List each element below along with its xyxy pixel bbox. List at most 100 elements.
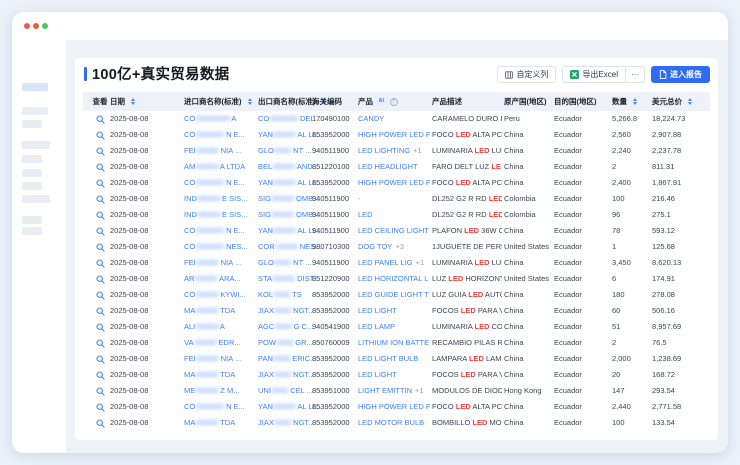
cell-product-link[interactable]: LED bbox=[358, 207, 430, 223]
cell-quantity: 96 bbox=[612, 207, 650, 223]
masked-text: MMMMM bbox=[269, 114, 298, 123]
sidebar-item[interactable] bbox=[22, 182, 42, 190]
column-header[interactable]: 进口商名称(标准) bbox=[184, 92, 256, 111]
cell-product-link[interactable]: LITHIUM ION BATTE bbox=[358, 335, 430, 351]
cell-importer-link[interactable]: COMMMMM N E... bbox=[184, 175, 256, 191]
cell-product-link[interactable]: LED MOTOR BULB bbox=[358, 415, 430, 431]
column-header[interactable]: 目的国(地区) bbox=[554, 92, 610, 111]
column-header[interactable]: 数量 bbox=[612, 92, 650, 111]
cell-importer-link[interactable]: INDMMMM E SIS... bbox=[184, 207, 256, 223]
cell-importer-link[interactable]: VAMMMM EDR... bbox=[184, 335, 256, 351]
cell-importer-link[interactable]: MEMMMM Z M... bbox=[184, 383, 256, 399]
cell-usd-total: 2,771.58 bbox=[652, 399, 710, 415]
cell-importer-link[interactable]: COMMMMM N E... bbox=[184, 223, 256, 239]
cell-importer-link[interactable]: COMMMMM NES... bbox=[184, 239, 256, 255]
cell-importer-link[interactable]: COMMMMM N E... bbox=[184, 399, 256, 415]
cell-importer-link[interactable]: FEIMMMM NIA ... bbox=[184, 143, 256, 159]
cell-product-link[interactable]: CANDY bbox=[358, 111, 430, 127]
sidebar-item[interactable] bbox=[22, 155, 42, 163]
cell-product-link[interactable]: LED LIGHTING+1 bbox=[358, 143, 430, 159]
sidebar-item[interactable] bbox=[22, 107, 48, 115]
cell-hs-code: 940511900 bbox=[312, 223, 358, 239]
masked-text: MMM bbox=[274, 258, 291, 267]
column-header[interactable]: 产品AI? bbox=[358, 92, 430, 111]
minimize-window-icon[interactable] bbox=[33, 23, 39, 29]
cell-importer-link[interactable]: ALIMMMM A bbox=[184, 319, 256, 335]
column-header[interactable]: 海关编码 bbox=[312, 92, 358, 111]
sidebar-item[interactable] bbox=[22, 169, 42, 177]
column-header[interactable]: 美元总价 bbox=[652, 92, 716, 111]
masked-text: MMMM bbox=[272, 162, 295, 171]
masked-text: MMM bbox=[274, 418, 291, 427]
sidebar-item[interactable] bbox=[22, 120, 42, 128]
sidebar-item[interactable] bbox=[22, 141, 50, 149]
cell-product-link[interactable]: LED LIGHT bbox=[358, 303, 430, 319]
more-products-badge[interactable]: +3 bbox=[395, 242, 404, 251]
cell-usd-total: 293.54 bbox=[652, 383, 710, 399]
cell-product-link[interactable]: LED LAMP bbox=[358, 319, 430, 335]
cell-product-link[interactable]: LED GUIDE LIGHT T bbox=[358, 287, 430, 303]
sidebar-item-active[interactable] bbox=[22, 83, 48, 91]
cell-product-link[interactable]: HIGH POWER LED F bbox=[358, 127, 430, 143]
cell-date: 2025-08-08 bbox=[110, 223, 182, 239]
cell-product-link[interactable]: LIGHT EMITTIN+1 bbox=[358, 383, 430, 399]
sort-icon[interactable] bbox=[248, 98, 252, 106]
export-more-button[interactable]: ··· bbox=[626, 66, 645, 83]
cell-importer-link[interactable]: COMMMMM N E... bbox=[184, 127, 256, 143]
sort-icon[interactable] bbox=[688, 98, 692, 106]
cell-product-link[interactable]: LED HEADLIGHT bbox=[358, 159, 430, 175]
maximize-window-icon[interactable] bbox=[42, 23, 48, 29]
cell-destination-country: Ecuador bbox=[554, 415, 610, 431]
help-icon[interactable]: ? bbox=[390, 98, 398, 106]
sidebar-item[interactable] bbox=[22, 195, 50, 203]
cell-product-link[interactable]: LED LIGHT BULB bbox=[358, 351, 430, 367]
more-products-badge[interactable]: +1 bbox=[416, 258, 425, 267]
toolbar: 自定义列 导出Excel ··· 进入报告 bbox=[497, 66, 710, 83]
column-header[interactable]: 原产国(地区) bbox=[504, 92, 552, 111]
export-excel-button[interactable]: 导出Excel bbox=[562, 66, 626, 83]
sidebar-item[interactable] bbox=[22, 216, 42, 224]
cell-description: FOCO LED ALTA PC bbox=[432, 399, 502, 415]
more-products-badge[interactable]: +1 bbox=[413, 146, 422, 155]
cell-importer-link[interactable]: INDMMMM E SIS... bbox=[184, 191, 256, 207]
magnifier-icon bbox=[96, 179, 105, 188]
cell-importer-link[interactable]: COMMMM KYWI... bbox=[184, 287, 256, 303]
cell-importer-link[interactable]: COMMMMMM A bbox=[184, 111, 256, 127]
more-products-badge[interactable]: +1 bbox=[415, 386, 424, 395]
cell-importer-link[interactable]: ARMMMM ARA... bbox=[184, 271, 256, 287]
highlight-keyword: LED bbox=[456, 130, 471, 139]
enter-report-button[interactable]: 进入报告 bbox=[651, 66, 710, 83]
cell-product-link[interactable]: LED CEILING LIGHT bbox=[358, 223, 430, 239]
cell-importer-link[interactable]: FEIMMMM NIA ... bbox=[184, 351, 256, 367]
cell-product-link[interactable]: LED LIGHT bbox=[358, 367, 430, 383]
cell-quantity: 1 bbox=[612, 239, 650, 255]
cell-hs-code: 940511900 bbox=[312, 255, 358, 271]
customize-columns-button[interactable]: 自定义列 bbox=[497, 66, 556, 83]
sort-icon[interactable] bbox=[633, 98, 637, 106]
cell-importer-link[interactable]: FEIMMMM NIA ... bbox=[184, 255, 256, 271]
cell-product-link[interactable]: - bbox=[358, 191, 430, 207]
cell-product-link[interactable]: HIGH POWER LED F bbox=[358, 175, 430, 191]
app-window: 100亿+真实贸易数据 自定义列 导出Excel ··· bbox=[12, 12, 728, 453]
cell-importer-link[interactable]: MAMMMM TDA bbox=[184, 367, 256, 383]
cell-description: LUZ GUIA LED AUTO bbox=[432, 287, 502, 303]
cell-product-link[interactable]: LED PANEL LIG+1 bbox=[358, 255, 430, 271]
cell-hs-code: 853952000 bbox=[312, 415, 358, 431]
sort-icon[interactable] bbox=[131, 98, 135, 106]
cell-quantity: 2,240 bbox=[612, 143, 650, 159]
cell-importer-link[interactable]: MAMMMM TDA bbox=[184, 415, 256, 431]
cell-importer-link[interactable]: MAMMMM TDA bbox=[184, 303, 256, 319]
close-window-icon[interactable] bbox=[24, 23, 30, 29]
cell-destination-country: Ecuador bbox=[554, 223, 610, 239]
cell-product-link[interactable]: HIGH POWER LED F bbox=[358, 399, 430, 415]
cell-importer-link[interactable]: AMMMMM A LTDA bbox=[184, 159, 256, 175]
column-header[interactable]: 产品描述 bbox=[432, 92, 502, 111]
table-row: 2025-08-08ARMMMM ARA...STAMMMM DIST...85… bbox=[83, 271, 710, 287]
masked-text: MMM bbox=[274, 370, 291, 379]
cell-product-link[interactable]: DOG TOY+3 bbox=[358, 239, 430, 255]
cell-product-link[interactable]: LED HORIZONTAL L bbox=[358, 271, 430, 287]
cell-quantity: 78 bbox=[612, 223, 650, 239]
sidebar-item[interactable] bbox=[22, 227, 42, 235]
cell-hs-code: 940541900 bbox=[312, 319, 358, 335]
column-header[interactable]: 日期 bbox=[110, 92, 182, 111]
